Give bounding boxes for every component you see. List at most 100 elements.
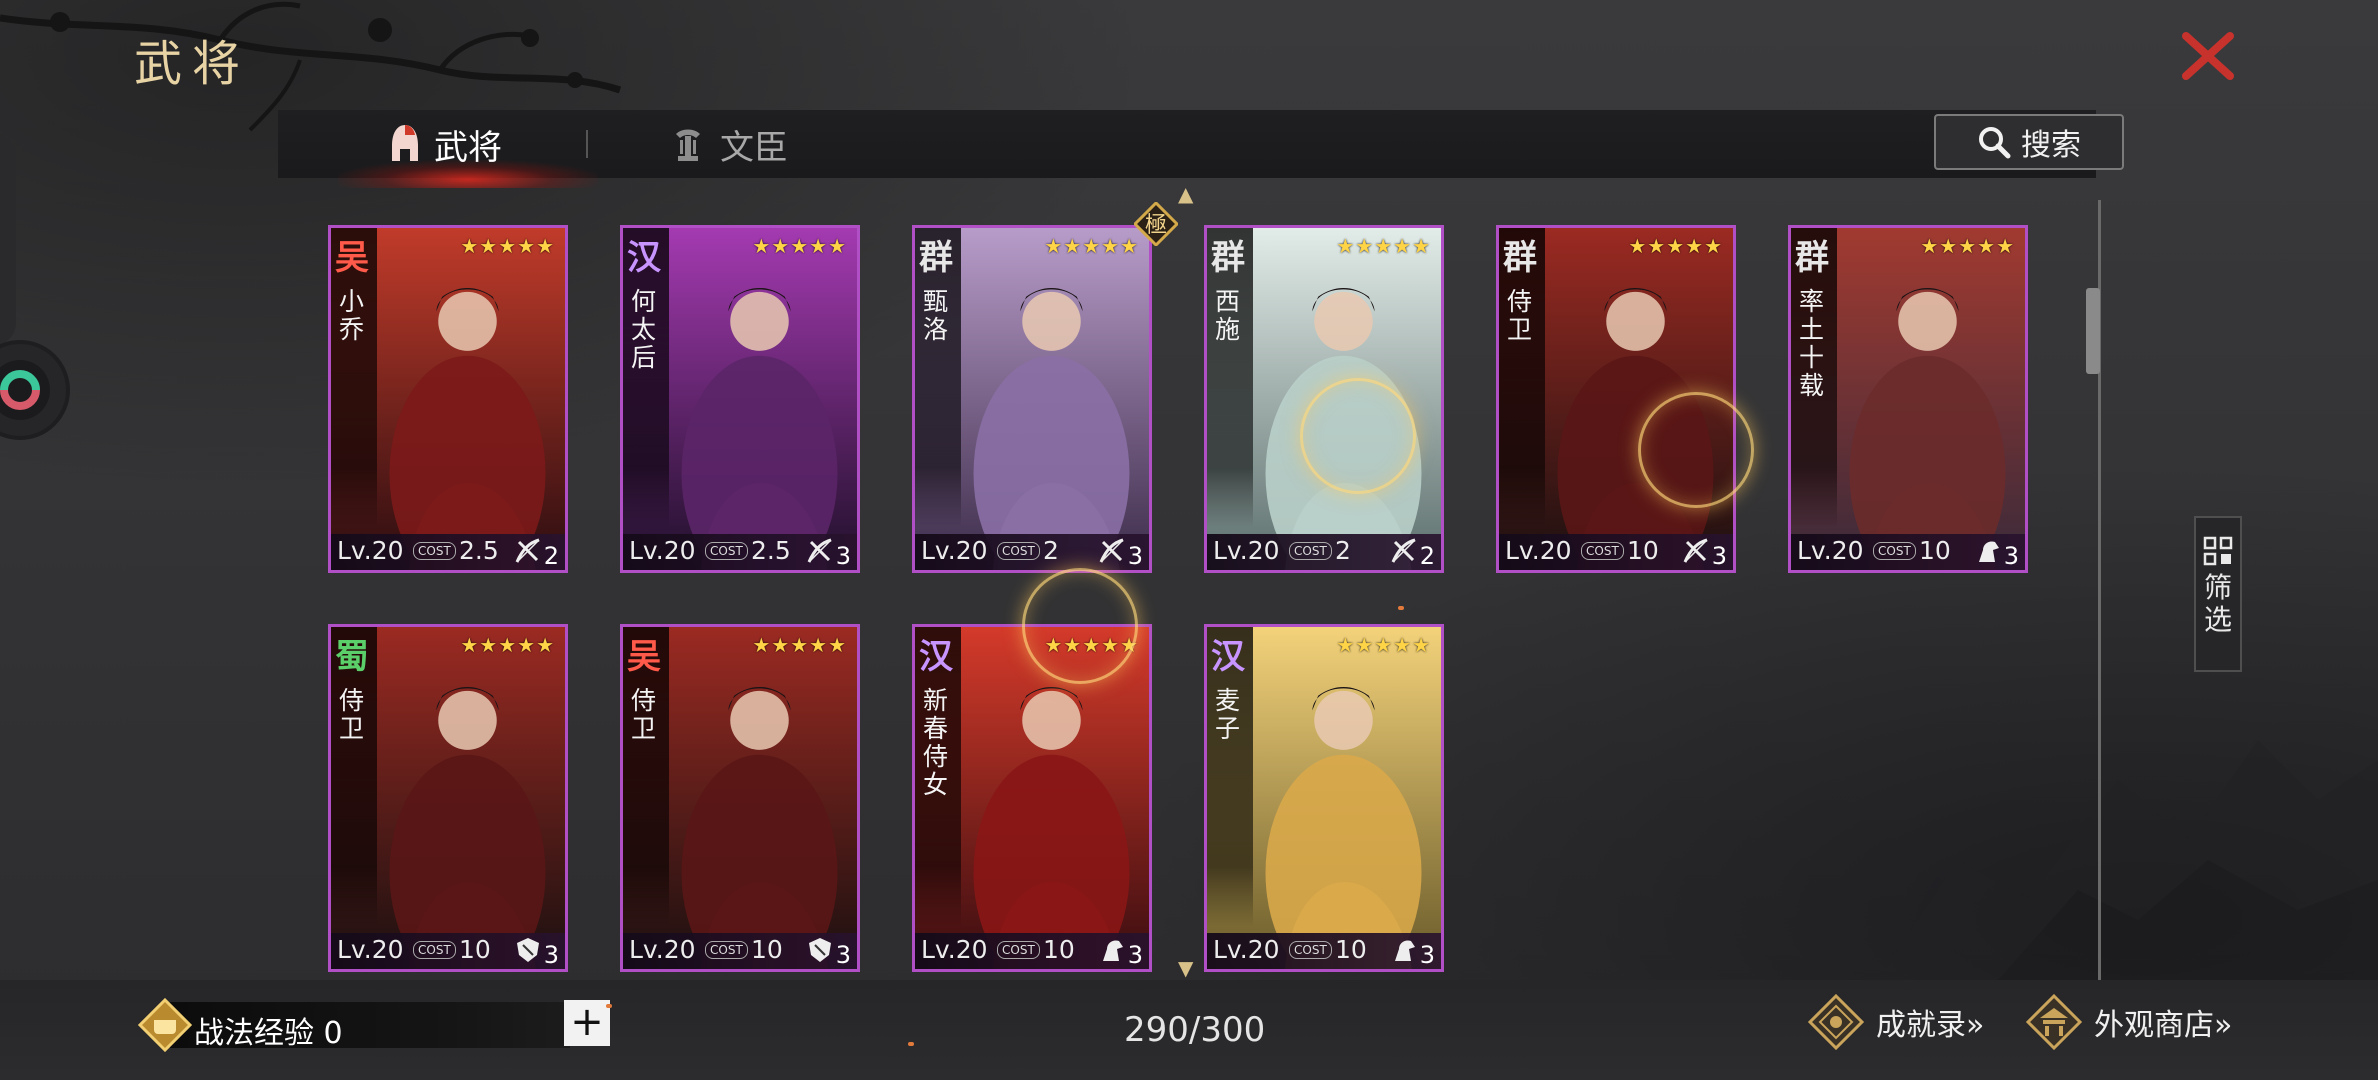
bow-icon <box>807 538 832 563</box>
ember-particle <box>908 1042 914 1046</box>
tab-divider <box>586 130 588 158</box>
card-stats-bar: Lv.20 COST 2 2 <box>1207 534 1441 570</box>
cost-badge: COST <box>1581 542 1624 560</box>
star-rating: ★★★★★ <box>752 234 847 258</box>
general-card[interactable]: 吴 侍卫 ★★★★★ Lv.20 COST 10 3 <box>620 624 860 972</box>
scroll-up-arrow-icon[interactable]: ▲ <box>1178 182 1193 206</box>
general-level: Lv.20 <box>337 536 404 565</box>
cost-badge: COST <box>705 542 748 560</box>
faction-label: 汉 <box>919 637 953 677</box>
general-level: Lv.20 <box>629 935 696 964</box>
tab-ministers[interactable]: 文臣 <box>668 110 788 178</box>
general-cost: 2.5 <box>459 536 499 565</box>
achievements-label: 成就录» <box>1876 1008 1985 1043</box>
cost-badge: COST <box>997 941 1040 959</box>
horse-icon <box>1395 940 1415 961</box>
cost-badge: COST <box>705 941 748 959</box>
add-tactic-exp-button[interactable]: + <box>564 1000 610 1046</box>
faction-label: 群 <box>1211 238 1245 278</box>
ink-landscape-decoration <box>1878 740 2378 980</box>
general-level: Lv.20 <box>1213 935 1280 964</box>
card-stats-bar: Lv.20 COST 10 3 <box>1791 534 2025 570</box>
search-icon <box>1979 127 2011 159</box>
card-stats-bar: Lv.20 COST 10 3 <box>1207 933 1441 969</box>
star-rating: ★★★★★ <box>460 633 555 657</box>
scroll-down-arrow-icon[interactable]: ▼ <box>1178 956 1193 980</box>
general-card[interactable]: 汉 麦子 ★★★★★ Lv.20 COST 10 3 <box>1204 624 1444 972</box>
general-name: 麦子 <box>1215 686 1241 743</box>
troop-type-count: 3 <box>2003 542 2019 570</box>
cost-badge: COST <box>1873 542 1916 560</box>
filter-button[interactable]: 筛选 <box>2194 516 2242 672</box>
faction-label: 汉 <box>627 238 661 278</box>
general-cost: 10 <box>751 935 783 964</box>
tactic-exp-label: 战法经验 0 <box>194 1016 343 1051</box>
card-glow-ring <box>1022 568 1138 684</box>
general-card[interactable]: 汉 新春侍女 ★★★★★ Lv.20 COST 10 3 <box>912 624 1152 972</box>
card-stats-bar: Lv.20 COST 2.5 3 <box>623 534 857 570</box>
side-panel-tab[interactable] <box>0 135 16 345</box>
card-stats-bar: Lv.20 COST 10 3 <box>1499 534 1733 570</box>
card-stats-bar: Lv.20 COST 2.5 2 <box>331 534 565 570</box>
general-card[interactable]: 吴 小乔 ★★★★★ Lv.20 COST 2.5 2 <box>328 225 568 573</box>
general-level: Lv.20 <box>1213 536 1280 565</box>
troop-type-count: 3 <box>835 542 851 570</box>
achievement-seal-icon <box>1808 994 1864 1050</box>
troop-type-count: 3 <box>1127 542 1143 570</box>
faction-label: 群 <box>1503 238 1537 278</box>
faction-label: 汉 <box>1211 637 1245 677</box>
star-rating: ★★★★★ <box>1336 633 1431 657</box>
star-rating: ★★★★★ <box>1628 234 1723 258</box>
general-card[interactable]: 蜀 侍卫 ★★★★★ Lv.20 COST 10 3 <box>328 624 568 972</box>
helmet-icon <box>392 125 418 161</box>
troop-type-count: 2 <box>1419 542 1435 570</box>
search-button[interactable]: 搜索 <box>1934 114 2124 170</box>
cost-badge: COST <box>413 941 456 959</box>
app-logo-icon[interactable] <box>0 340 70 440</box>
card-stats-bar: Lv.20 COST 10 3 <box>331 933 565 969</box>
general-cost: 10 <box>1627 536 1659 565</box>
card-stats-bar: Lv.20 COST 10 3 <box>623 933 857 969</box>
achievements-link[interactable]: 成就录» <box>1808 992 1984 1052</box>
bow-icon <box>1683 538 1708 563</box>
shop-pavilion-icon <box>2026 994 2082 1050</box>
cost-badge: COST <box>1289 542 1332 560</box>
general-count: 290/300 <box>1124 1010 1266 1050</box>
star-rating: ★★★★★ <box>1044 234 1139 258</box>
general-level: Lv.20 <box>337 935 404 964</box>
bow-icon <box>1391 538 1416 563</box>
card-glow-ring <box>1638 392 1754 508</box>
incense-icon <box>676 129 700 161</box>
horse-icon <box>1979 541 1999 562</box>
star-rating: ★★★★★ <box>1920 234 2015 258</box>
close-icon <box>2182 32 2234 80</box>
bow-icon <box>515 538 540 563</box>
general-card[interactable]: 汉 何太后 ★★★★★ Lv.20 COST 2.5 3 <box>620 225 860 573</box>
shield-icon <box>809 938 831 962</box>
tab-generals[interactable]: 武将 <box>388 110 502 178</box>
scrollbar-thumb[interactable] <box>2086 288 2100 374</box>
general-cost: 10 <box>1919 536 1951 565</box>
general-card[interactable]: 群 甄洛 ★★★★★ Lv.20 COST 2 3 <box>912 225 1152 573</box>
general-name: 小乔 <box>339 287 365 344</box>
tab-ministers-label: 文臣 <box>720 127 788 168</box>
troop-type-count: 3 <box>1711 542 1727 570</box>
horse-icon <box>1103 940 1123 961</box>
general-level: Lv.20 <box>1797 536 1864 565</box>
general-name: 侍卫 <box>631 686 657 743</box>
appearance-shop-link[interactable]: 外观商店» <box>2026 992 2232 1052</box>
star-rating: ★★★★★ <box>460 234 555 258</box>
general-name: 侍卫 <box>339 686 365 743</box>
bow-icon <box>1099 538 1124 563</box>
general-cost: 10 <box>459 935 491 964</box>
fist-badge-icon <box>138 998 192 1052</box>
appearance-shop-label: 外观商店» <box>2094 1008 2233 1043</box>
close-button[interactable] <box>2180 28 2236 84</box>
bottom-bar: 战法经验 0 + 290/300 成就录» 外观商店» <box>0 980 2378 1080</box>
ember-particle <box>1398 606 1404 610</box>
general-level: Lv.20 <box>921 536 988 565</box>
general-level: Lv.20 <box>1505 536 1572 565</box>
general-card[interactable]: 群 率土十载 ★★★★★ Lv.20 COST 10 3 <box>1788 225 2028 573</box>
search-label: 搜索 <box>2021 128 2081 163</box>
faction-label: 吴 <box>627 637 661 677</box>
